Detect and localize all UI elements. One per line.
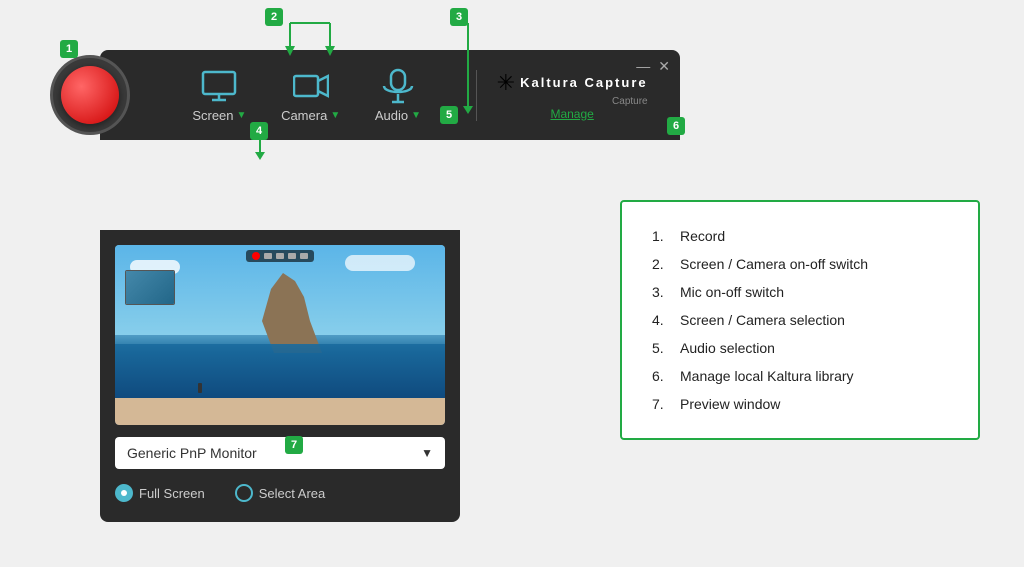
manage-link[interactable]: Manage: [550, 107, 593, 121]
mini-rec-dot: [252, 252, 260, 260]
info-num-4: 4.: [652, 312, 672, 328]
audio-label: Audio ▼: [375, 108, 421, 123]
info-text-7: Preview window: [680, 396, 780, 412]
window-controls: — ✕: [636, 58, 670, 75]
microphone-icon: [380, 68, 416, 104]
info-num-2: 2.: [652, 256, 672, 272]
badge-2: 2: [265, 8, 283, 26]
kaltura-subtitle: Capture: [497, 96, 648, 107]
record-button[interactable]: [61, 66, 119, 124]
list-item-4: 4. Screen / Camera selection: [652, 306, 948, 334]
list-item-2: 2. Screen / Camera on-off switch: [652, 250, 948, 278]
mini-icon-2: [276, 253, 284, 259]
screen-icon: [201, 68, 237, 104]
screen-chevron: ▼: [237, 110, 247, 121]
camera-control[interactable]: Camera ▼: [281, 68, 340, 123]
info-list: 1. Record 2. Screen / Camera on-off swit…: [652, 222, 948, 418]
badge-3: 3: [450, 8, 468, 26]
info-text-4: Screen / Camera selection: [680, 312, 845, 328]
kaltura-logo: ✳ Kaltura Capture: [497, 70, 648, 96]
audio-control[interactable]: Audio ▼: [375, 68, 421, 123]
info-num-5: 5.: [652, 340, 672, 356]
info-text-1: Record: [680, 228, 725, 244]
list-item-3: 3. Mic on-off switch: [652, 278, 948, 306]
kaltura-star-icon: ✳: [497, 70, 515, 96]
record-outer: [50, 55, 130, 135]
mini-icon-4: [300, 253, 308, 259]
info-num-1: 1.: [652, 228, 672, 244]
select-area-label: Select Area: [259, 486, 326, 501]
badge-1: 1: [60, 40, 78, 58]
mini-preview-inner: [126, 271, 174, 304]
mini-icon-1: [264, 253, 272, 259]
close-button[interactable]: ✕: [658, 58, 670, 75]
list-item-6: 6. Manage local Kaltura library: [652, 362, 948, 390]
list-item-7: 7. Preview window: [652, 390, 948, 418]
kaltura-brand-name: Kaltura Capture: [520, 75, 648, 90]
screen-control[interactable]: Screen ▼: [192, 68, 246, 123]
full-screen-label: Full Screen: [139, 486, 205, 501]
preview-window: [115, 245, 445, 425]
mini-icon-3: [288, 253, 296, 259]
toolbar: — ✕ Screen: [100, 50, 680, 140]
preview-beach: [115, 398, 445, 425]
monitor-select-dropdown[interactable]: Generic PnP Monitor ▼: [115, 437, 445, 469]
camera-label: Camera ▼: [281, 108, 340, 123]
minimize-button[interactable]: —: [636, 58, 650, 75]
monitor-chevron-icon: ▼: [421, 446, 433, 460]
info-text-6: Manage local Kaltura library: [680, 368, 854, 384]
mini-toolbar-overlay: [246, 250, 314, 262]
badge-7: 7: [285, 436, 303, 454]
info-num-3: 3.: [652, 284, 672, 300]
figure: [198, 383, 202, 393]
radio-options: Full Screen Select Area: [115, 479, 445, 507]
info-num-7: 7.: [652, 396, 672, 412]
full-screen-radio-circle: [115, 484, 133, 502]
screen-dropdown-panel: 7: [100, 230, 460, 522]
select-area-radio[interactable]: Select Area: [235, 484, 326, 502]
info-text-2: Screen / Camera on-off switch: [680, 256, 868, 272]
info-panel: 1. Record 2. Screen / Camera on-off swit…: [620, 200, 980, 440]
info-num-6: 6.: [652, 368, 672, 384]
screen-label: Screen ▼: [192, 108, 246, 123]
record-button-wrap: [50, 55, 130, 135]
badge-5: 5: [440, 106, 458, 124]
monitor-select-label: Generic PnP Monitor: [127, 445, 257, 461]
info-text-3: Mic on-off switch: [680, 284, 784, 300]
full-screen-radio[interactable]: Full Screen: [115, 484, 205, 502]
info-text-5: Audio selection: [680, 340, 775, 356]
list-item-5: 5. Audio selection: [652, 334, 948, 362]
badge-6: 6: [667, 117, 685, 135]
select-area-radio-circle: [235, 484, 253, 502]
controls-area: Screen ▼ Camera ▼: [175, 68, 665, 123]
audio-chevron: ▼: [411, 110, 421, 121]
list-item-1: 1. Record: [652, 222, 948, 250]
mini-preview-box: [125, 270, 175, 305]
badge-4: 4: [250, 122, 268, 140]
camera-chevron: ▼: [330, 110, 340, 121]
cloud-2: [345, 255, 415, 271]
kaltura-logo-area: ✳ Kaltura Capture Capture Manage 6: [476, 70, 648, 121]
camera-icon: [293, 68, 329, 104]
